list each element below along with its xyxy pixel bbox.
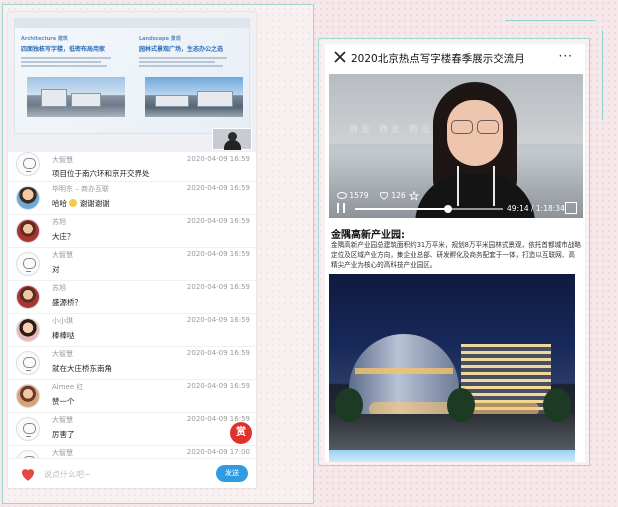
wall-logo-text: 商业 商业 商业: [349, 125, 433, 135]
article-title: 金隅高新产业园:: [331, 230, 405, 241]
chat-item: 苏旭 2020-04-09 16:59 大庄？: [8, 215, 256, 248]
close-icon[interactable]: [333, 50, 347, 64]
avatar[interactable]: [16, 384, 40, 408]
article-body: 金隅高新产业园总建筑面积约31万平米，规划8万平米园林式景观，依托首都城市战略定…: [331, 241, 581, 269]
like-count[interactable]: 126: [379, 191, 406, 200]
chat-username: 毕明东 – 商办互联: [52, 185, 109, 193]
slide-subtitle: Landscape 景观: [139, 36, 181, 42]
live-stream-phone: Architecture 建筑 四面独栋写字楼，低密布局用家 Landscape…: [8, 12, 256, 488]
chat-item: 大智慧 2020-04-09 16:59 对: [8, 248, 256, 281]
avatar[interactable]: [16, 351, 40, 375]
chat-message: 哈哈 谢谢谢谢: [52, 199, 110, 208]
decor-line: [602, 30, 603, 120]
like-heart-icon[interactable]: [379, 191, 389, 200]
slide-text-lines: [21, 57, 129, 67]
chat-username: 大智慧: [52, 156, 73, 164]
next-image-preview: [329, 450, 575, 462]
fullscreen-icon[interactable]: [565, 202, 577, 214]
chat-message: 赞一个: [52, 397, 75, 406]
chat-username: 苏旭: [52, 218, 66, 226]
page-title: 2020北京热点写字楼春季展示交流月: [351, 53, 525, 65]
chat-timestamp: 2020-04-09 16:59: [186, 316, 250, 324]
slide-column-architecture: Architecture 建筑 四面独栋写字楼，低密布局用家: [21, 35, 129, 69]
decor-line: [505, 20, 595, 21]
chat-input[interactable]: [44, 465, 214, 483]
article-phone: 2020北京热点写字楼春季展示交流月 ··· 商业 商业 商业 1579 126: [325, 44, 585, 462]
slide-subtitle: Architecture 建筑: [21, 36, 68, 42]
pause-icon[interactable]: [337, 203, 345, 213]
slide-column-landscape: Landscape 景观 园林式景观广场，生态办公之选: [139, 35, 247, 69]
presenter-pip-video[interactable]: [212, 128, 252, 150]
live-video-player[interactable]: Architecture 建筑 四面独栋写字楼，低密布局用家 Landscape…: [8, 12, 256, 152]
avatar[interactable]: [16, 219, 40, 243]
video-player[interactable]: 商业 商业 商业 1579 126 49:14 / 1:18:34: [329, 74, 583, 218]
chat-message: 盛源桥？: [52, 298, 82, 307]
chat-username: 大智慧: [52, 350, 73, 358]
chat-username: 小小琪: [52, 317, 73, 325]
progress-fill: [355, 208, 448, 210]
chat-input-bar: 发送: [8, 458, 256, 488]
plaza-ground: [329, 414, 575, 450]
chat-item: 苏旭 2020-04-09 16:59 盛源桥？: [8, 281, 256, 314]
chat-username: 苏旭: [52, 284, 66, 292]
reward-button[interactable]: 赏: [230, 422, 252, 444]
building-night-photo: [329, 274, 575, 450]
avatar[interactable]: [16, 318, 40, 342]
slide-topbar: [15, 19, 249, 28]
chat-message: 厉害了: [52, 430, 75, 439]
chat-item: 大智慧 2020-04-09 16:59 厉害了: [8, 413, 256, 446]
video-controls: 49:14 / 1:18:34: [329, 200, 583, 218]
avatar[interactable]: [16, 417, 40, 441]
avatar[interactable]: [16, 252, 40, 276]
chat-timestamp: 2020-04-09 16:59: [186, 349, 250, 357]
tree: [543, 388, 571, 422]
send-button[interactable]: 发送: [216, 465, 248, 482]
chat-timestamp: 2020-04-09 16:59: [186, 155, 250, 163]
chat-username: 大智慧: [52, 449, 73, 457]
view-count: 1579: [337, 191, 368, 200]
chat-item: 毕明东 – 商办互联 2020-04-09 16:59 哈哈 谢谢谢谢: [8, 182, 256, 215]
top-bar: 2020北京热点写字楼春季展示交流月 ···: [325, 44, 585, 72]
chat-timestamp: 2020-04-09 16:59: [186, 250, 250, 258]
avatar[interactable]: [16, 186, 40, 210]
chat-timestamp: 2020-04-09 16:59: [186, 283, 250, 291]
chat-username: 大智慧: [52, 416, 73, 424]
slide-heading: 四面独栋写字楼，低密布局用家: [21, 46, 106, 53]
presenter-glasses: [449, 120, 501, 134]
chat-timestamp: 2020-04-09 16:59: [186, 184, 250, 192]
chat-username: 大智慧: [52, 251, 73, 259]
video-time: 49:14 / 1:18:34: [507, 204, 565, 213]
chat-item: 小小琪 2020-04-09 16:59 棒棒哒: [8, 314, 256, 347]
tree: [335, 388, 363, 422]
chat-item: Aimee 红 2020-04-09 16:59 赞一个: [8, 380, 256, 413]
progress-handle[interactable]: [443, 205, 452, 213]
chat-message: 对: [52, 265, 60, 274]
slide-building-image: [27, 77, 125, 117]
chat-message: 棒棒哒: [52, 331, 75, 340]
chat-list: 大智慧 2020-04-09 16:59 项目位于南六环和京开交界处 毕明东 – 商办…: [8, 152, 256, 479]
chat-timestamp: 2020-04-09 17:00: [186, 448, 250, 456]
tree: [447, 388, 475, 422]
chat-timestamp: 2020-04-09 16:59: [186, 382, 250, 390]
progress-bar[interactable]: [355, 205, 503, 213]
chat-item: 大智慧 2020-04-09 16:59 就在大庄桥东南角: [8, 347, 256, 380]
slide-landscape-image: [145, 77, 243, 117]
eye-icon: [337, 192, 347, 199]
chat-message: 就在大庄桥东南角: [52, 364, 112, 373]
chat-message: 项目位于南六环和京开交界处: [52, 169, 150, 178]
more-options-icon[interactable]: ···: [559, 49, 573, 63]
chat-message: 大庄？: [52, 232, 75, 241]
chat-timestamp: 2020-04-09 16:59: [186, 217, 250, 225]
avatar[interactable]: [16, 285, 40, 309]
emoji-icon: [69, 199, 78, 207]
avatar[interactable]: [16, 152, 40, 176]
heart-icon[interactable]: [19, 465, 37, 483]
slide-heading: 园林式景观广场，生态办公之选: [139, 46, 224, 53]
chat-username: Aimee 红: [52, 383, 84, 391]
slide-text-lines: [139, 57, 247, 67]
presentation-slide: Architecture 建筑 四面独栋写字楼，低密布局用家 Landscape…: [14, 18, 250, 134]
chat-item: 大智慧 2020-04-09 16:59 项目位于南六环和京开交界处: [8, 152, 256, 182]
